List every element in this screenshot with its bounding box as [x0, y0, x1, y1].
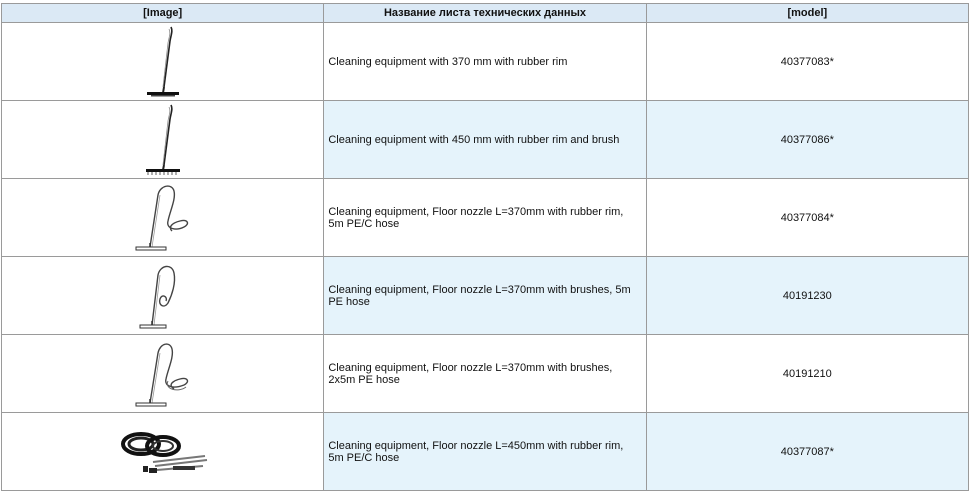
technical-data-table: [Image] Название листа технических данны… [0, 3, 970, 491]
sheet-name: Cleaning equipment, Floor nozzle L=370mm… [323, 334, 647, 413]
table-row: Cleaning equipment, Floor nozzle L=370mm… [0, 256, 970, 335]
model-number: 40377086* [645, 100, 970, 179]
floor-nozzle-hose-icon [135, 184, 188, 250]
header-image: [Image] [0, 3, 325, 23]
sheet-name: Cleaning equipment with 370 mm with rubb… [323, 22, 647, 101]
product-image-cell [0, 412, 325, 491]
product-image-cell [0, 100, 325, 179]
sheet-name: Cleaning equipment, Floor nozzle L=370mm… [323, 178, 647, 257]
header-name: Название листа технических данных [323, 3, 647, 23]
model-number: 40191230 [645, 256, 970, 335]
product-image-cell [0, 334, 325, 413]
model-number: 40377087* [645, 412, 970, 491]
product-image-cell [0, 178, 325, 257]
table-row: Cleaning equipment with 370 mm with rubb… [0, 22, 970, 101]
sheet-name: Cleaning equipment, Floor nozzle L=450mm… [323, 412, 647, 491]
sheet-name: Cleaning equipment with 450 mm with rubb… [323, 100, 647, 179]
sheet-name: Cleaning equipment, Floor nozzle L=370mm… [323, 256, 647, 335]
table-row: Cleaning equipment, Floor nozzle L=370mm… [0, 334, 970, 413]
product-image-cell [0, 22, 325, 101]
hose-kit-icon [120, 431, 207, 473]
floor-nozzle-double-hose-icon [135, 342, 188, 406]
header-row: [Image] Название листа технических данны… [0, 3, 970, 23]
model-number: 40191210 [645, 334, 970, 413]
squeegee-wand-icon [146, 26, 179, 96]
squeegee-wand-brush-icon [145, 104, 180, 175]
table-row: Cleaning equipment, Floor nozzle L=370mm… [0, 178, 970, 257]
floor-nozzle-coiled-hose-icon [139, 265, 175, 328]
header-model: [model] [645, 3, 970, 23]
table-row: Cleaning equipment with 450 mm with rubb… [0, 100, 970, 179]
model-number: 40377084* [645, 178, 970, 257]
product-image-cell [0, 256, 325, 335]
model-number: 40377083* [645, 22, 970, 101]
table-row: Cleaning equipment, Floor nozzle L=450mm… [0, 412, 970, 491]
